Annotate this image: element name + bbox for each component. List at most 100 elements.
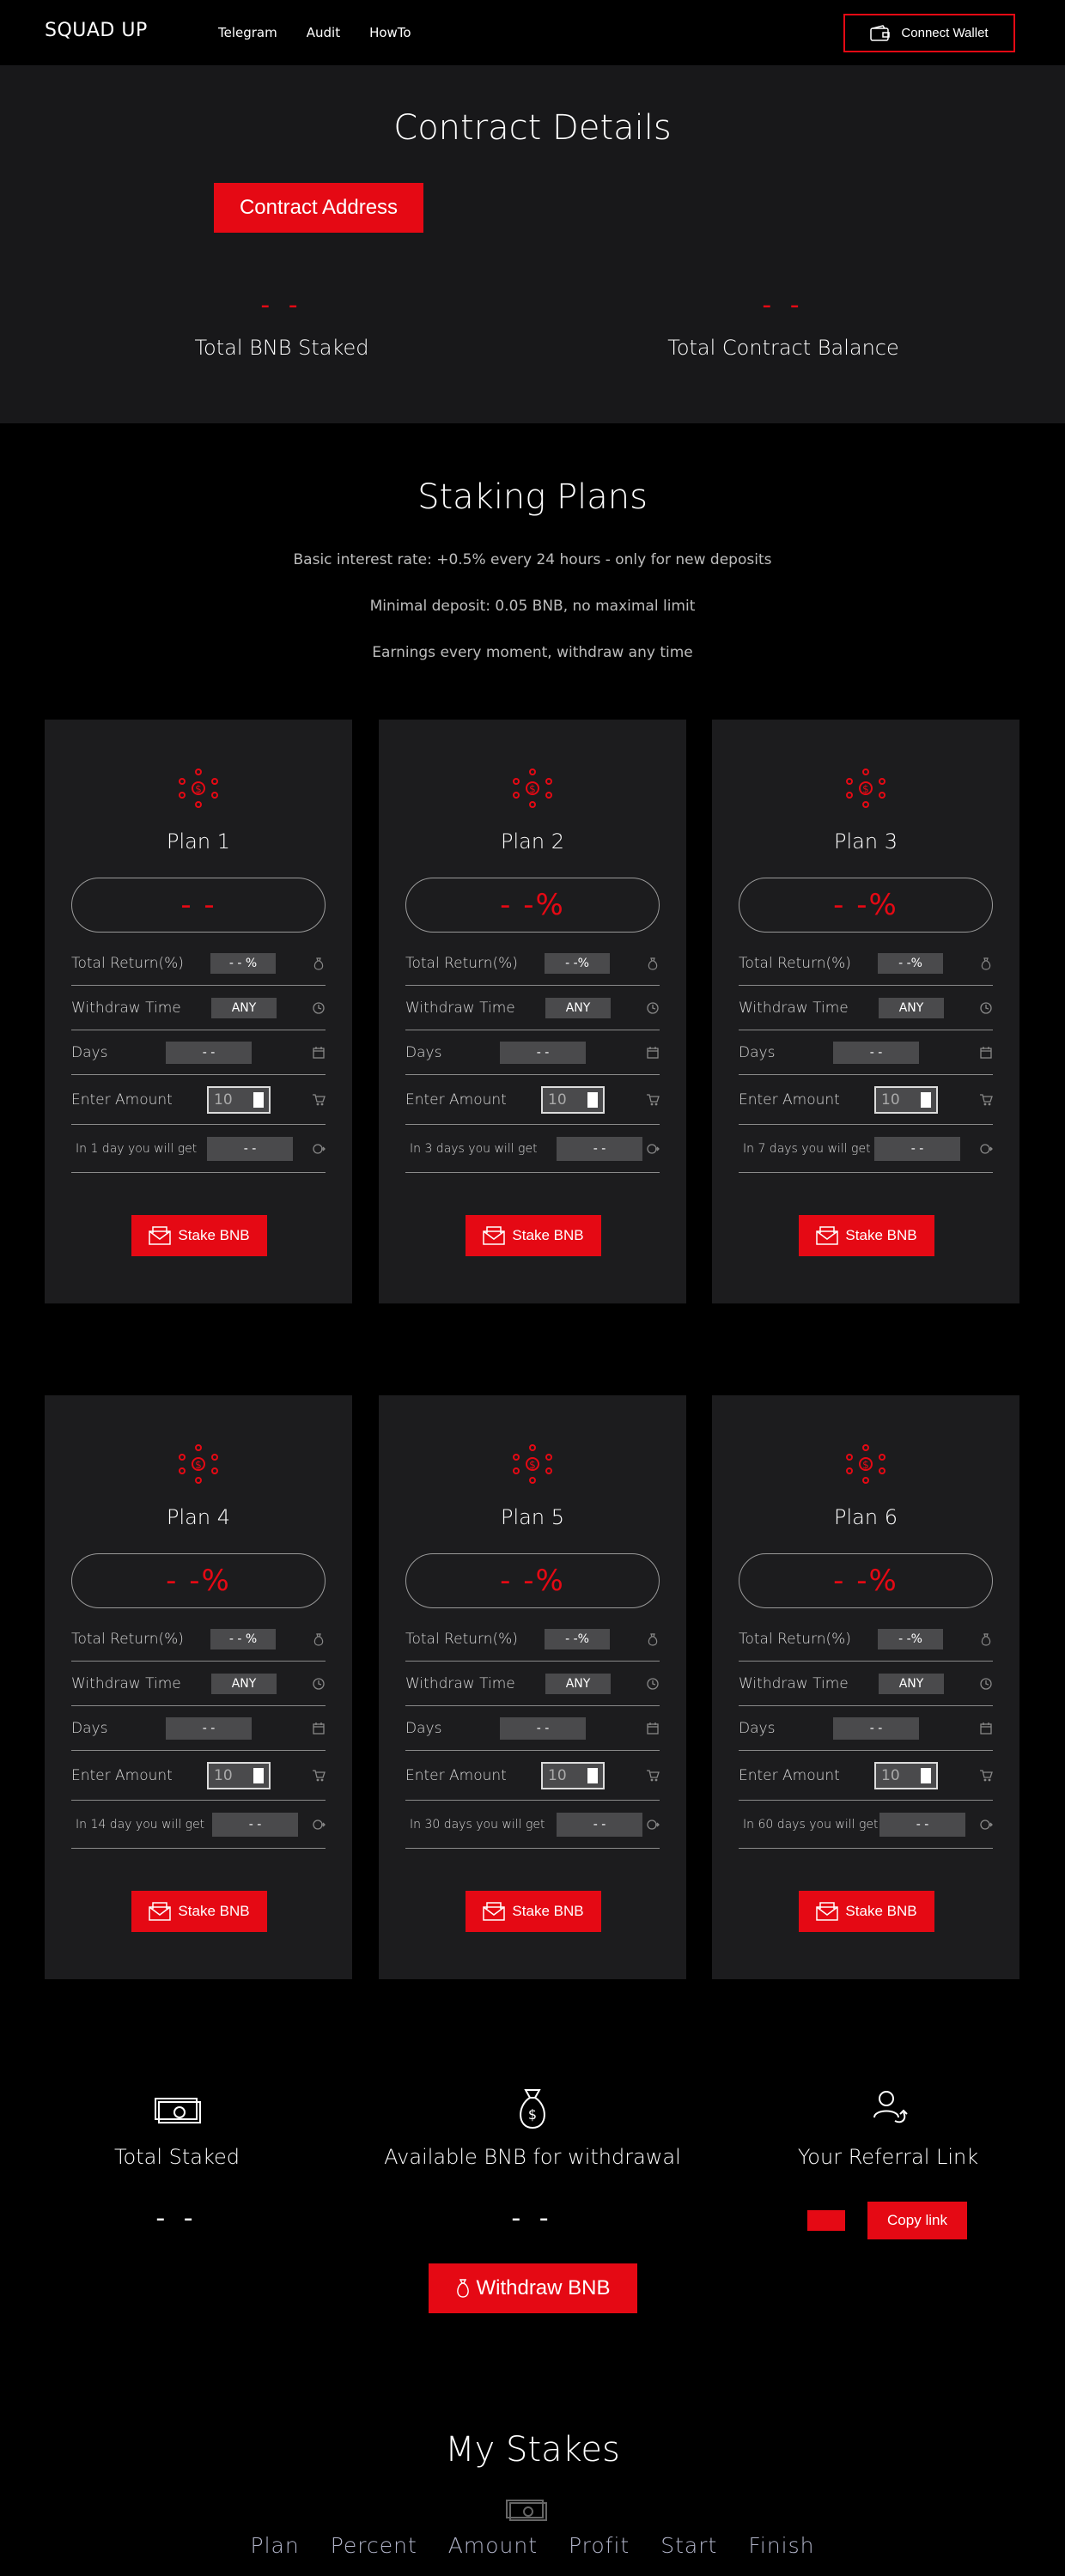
amount-stepper[interactable] — [921, 1768, 931, 1783]
cart-icon — [647, 1769, 660, 1781]
withdraw-time-row: Withdraw Time ANY — [71, 1662, 326, 1706]
svg-text:$: $ — [862, 783, 869, 795]
staking-plans-title: Staking Plans — [417, 477, 648, 517]
plan-icon-wrap: $ — [845, 1443, 886, 1485]
withdraw-time-row: Withdraw Time ANY — [405, 1662, 660, 1706]
contract-details-section: Contract Details Contract Address - - To… — [0, 65, 1065, 423]
logo[interactable]: SQUAD UP — [45, 20, 148, 41]
stake-bnb-button[interactable]: Stake BNB — [799, 1215, 934, 1256]
clock-icon — [980, 1001, 992, 1014]
withdraw-time-value: ANY — [211, 1673, 277, 1694]
you-will-get-row: In 30 days you will get - - — [405, 1801, 660, 1849]
amount-value: 10 — [548, 1767, 567, 1784]
network-dollar-icon: $ — [179, 1444, 218, 1484]
enter-amount-label: Enter Amount — [71, 1766, 173, 1784]
withdraw-bnb-button[interactable]: Withdraw BNB — [429, 2263, 637, 2313]
referral-link-field[interactable] — [807, 2210, 845, 2231]
plan-card: $ Plan 1 - - Total Return(%) - - % Withdraw T… — [45, 720, 352, 1303]
column-profit: Profit — [569, 2533, 630, 2558]
connect-wallet-button[interactable]: Connect Wallet — [843, 14, 1015, 52]
nav-audit[interactable]: Audit — [307, 25, 340, 40]
amount-stepper[interactable] — [253, 1768, 264, 1783]
clock-icon — [313, 1001, 325, 1014]
svg-text:$: $ — [528, 2106, 537, 2123]
stake-bnb-label: Stake BNB — [512, 1227, 584, 1243]
days-value: - - — [166, 1716, 252, 1740]
stake-bnb-button[interactable]: Stake BNB — [799, 1891, 934, 1932]
total-bnb-staked-label: Total BNB Staked — [194, 336, 369, 360]
network-dollar-icon: $ — [846, 769, 885, 808]
coin-arrow-icon — [647, 1143, 660, 1154]
available-bnb-value: - - — [511, 2203, 554, 2233]
you-will-get-value: - - — [879, 1812, 965, 1837]
enter-amount-label: Enter Amount — [405, 1091, 507, 1109]
network-dollar-icon: $ — [846, 1444, 885, 1484]
total-return-row: Total Return(%) - - % — [71, 1617, 326, 1662]
calendar-icon — [313, 1046, 325, 1059]
days-value: - - — [500, 1041, 586, 1064]
clock-icon — [647, 1677, 659, 1690]
total-return-row: Total Return(%) - -% — [739, 1617, 993, 1662]
total-return-label: Total Return(%) — [71, 954, 184, 972]
money-bag-icon: $ — [520, 2089, 545, 2129]
withdraw-time-label: Withdraw Time — [71, 1674, 181, 1692]
stake-bnb-button[interactable]: Stake BNB — [466, 1891, 601, 1932]
cart-icon — [980, 1769, 993, 1781]
plan-icon-wrap: $ — [512, 768, 553, 809]
plan-icon-wrap: $ — [178, 768, 219, 809]
plan-percent: - -% — [739, 1553, 993, 1608]
contract-address-button[interactable]: Contract Address — [214, 183, 423, 233]
amount-stepper[interactable] — [587, 1092, 598, 1108]
cart-icon — [313, 1769, 326, 1781]
you-will-get-row: In 14 day you will get - - — [71, 1801, 326, 1849]
plan-icon-wrap: $ — [845, 768, 886, 809]
total-return-label: Total Return(%) — [405, 954, 518, 972]
you-will-get-value: - - — [207, 1136, 293, 1161]
amount-stepper[interactable] — [587, 1768, 598, 1783]
stake-bnb-button[interactable]: Stake BNB — [131, 1215, 267, 1256]
referral-label: Your Referral Link — [797, 2145, 979, 2169]
plan-percent: - -% — [71, 1553, 326, 1608]
amount-input[interactable]: 10 — [541, 1762, 605, 1789]
days-value: - - — [833, 1716, 919, 1740]
network-dollar-icon: $ — [513, 1444, 552, 1484]
money-bag-icon — [981, 1632, 991, 1646]
amount-stepper[interactable] — [253, 1092, 264, 1108]
plan-name: Plan 2 — [501, 829, 564, 854]
amount-input[interactable]: 10 — [207, 1762, 271, 1789]
contract-details-title: Contract Details — [393, 108, 672, 148]
amount-input[interactable]: 10 — [874, 1086, 938, 1114]
withdraw-time-value: ANY — [879, 997, 944, 1018]
days-row: Days - - — [739, 1030, 993, 1075]
copy-link-button[interactable]: Copy link — [867, 2202, 967, 2239]
withdraw-time-row: Withdraw Time ANY — [739, 1662, 993, 1706]
stake-bnb-button[interactable]: Stake BNB — [131, 1891, 267, 1932]
amount-input[interactable]: 10 — [207, 1086, 271, 1114]
days-value: - - — [166, 1041, 252, 1064]
you-will-get-row: In 3 days you will get - - — [405, 1125, 660, 1173]
nav-telegram[interactable]: Telegram — [218, 25, 277, 40]
my-stakes-title: My Stakes — [445, 2430, 620, 2470]
days-value: - - — [500, 1716, 586, 1740]
total-bnb-staked-stat: - - Total BNB Staked — [110, 290, 453, 360]
you-will-get-label: In 1 day you will get — [76, 1141, 198, 1156]
nav-howto[interactable]: HowTo — [369, 25, 411, 40]
stake-bnb-button[interactable]: Stake BNB — [466, 1215, 601, 1256]
enter-amount-row: Enter Amount 10 — [405, 1075, 660, 1125]
envelope-icon — [816, 1226, 839, 1245]
plans-info-rate: Basic interest rate: +0.5% every 24 hour… — [293, 551, 772, 568]
days-value: - - — [833, 1041, 919, 1064]
total-return-value: - -% — [878, 1628, 943, 1649]
calendar-icon — [313, 1722, 325, 1735]
total-staked-block: Total Staked - - — [5, 2087, 349, 2233]
amount-input[interactable]: 10 — [541, 1086, 605, 1114]
amount-input[interactable]: 10 — [874, 1762, 938, 1789]
coin-arrow-icon — [980, 1819, 993, 1830]
my-stakes-header: Plan Percent Amount Profit Start Finish — [0, 2533, 1065, 2558]
days-label: Days — [405, 1719, 442, 1737]
column-start: Start — [660, 2533, 718, 2558]
enter-amount-row: Enter Amount 10 — [71, 1075, 326, 1125]
plan-card: $ Plan 4 - -% Total Return(%) - - % Withdraw … — [45, 1395, 352, 1979]
you-will-get-row: In 7 days you will get - - — [739, 1125, 993, 1173]
amount-stepper[interactable] — [921, 1092, 931, 1108]
